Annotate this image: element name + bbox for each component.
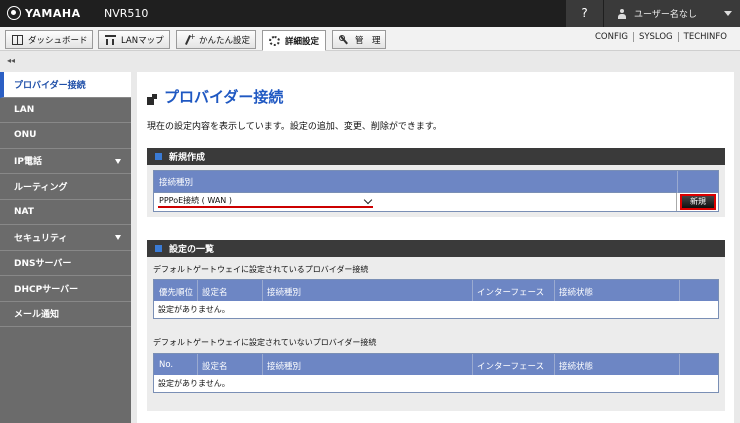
column-header: 接続状態 xyxy=(559,362,594,372)
sidebar-item-provider[interactable]: プロバイダー接続 xyxy=(0,72,131,98)
dashboard-icon xyxy=(12,34,23,45)
sidebar-item-label: プロバイダー接続 xyxy=(14,80,86,91)
new-connection-table: 接続種別 PPPoE接続 ( WAN ) 新規 xyxy=(153,170,719,212)
chevron-down-icon xyxy=(724,11,732,16)
default-gateway-table: 優先順位 設定名 接続種別 インターフェース 接続状態 設定がありません。 xyxy=(153,279,719,319)
sidebar-item-nat[interactable]: NAT xyxy=(0,200,131,225)
column-header: インターフェース xyxy=(477,362,545,372)
tab-management[interactable]: 管 理 xyxy=(332,30,386,49)
tab-label: ダッシュボード xyxy=(28,35,88,46)
tab-easy-setup[interactable]: かんたん設定 xyxy=(176,30,256,49)
sidebar-item-dhcp[interactable]: DHCPサーバー xyxy=(0,276,131,302)
user-menu[interactable]: ユーザー名なし xyxy=(604,0,740,27)
sidebar-item-lan[interactable]: LAN xyxy=(0,98,131,123)
sidebar-item-security[interactable]: セキュリティ xyxy=(0,225,131,251)
section-heading-text: 設定の一覧 xyxy=(169,245,215,255)
main-tab-bar: ダッシュボード LANマップ かんたん設定 詳細設定 管 理 CONFIG SY… xyxy=(0,27,740,51)
table-header: 優先順位 設定名 接続種別 インターフェース 接続状態 xyxy=(154,280,718,301)
new-section-heading: 新規作成 xyxy=(147,148,725,165)
sidebar-item-label: DNSサーバー xyxy=(14,259,72,270)
help-button[interactable]: ? xyxy=(566,0,603,27)
non-default-gateway-caption: デフォルトゲートウェイに設定されていないプロバイダー接続 xyxy=(153,338,377,347)
page-description: 現在の設定内容を表示しています。設定の追加、変更、削除ができます。 xyxy=(147,122,442,132)
connection-type-value: PPPoE接続 ( WAN ) xyxy=(159,196,232,205)
device-model: NVR510 xyxy=(104,7,149,20)
expand-arrow-icon xyxy=(115,158,121,164)
lan-map-icon xyxy=(105,34,116,45)
sidebar-item-dns[interactable]: DNSサーバー xyxy=(0,251,131,276)
sidebar-item-label: ONU xyxy=(14,130,37,141)
techinfo-link[interactable]: TECHINFO xyxy=(677,32,732,42)
page-title: プロバイダー接続 xyxy=(164,88,284,106)
sidebar-item-ip-phone[interactable]: IP電話 xyxy=(0,149,131,174)
section-marker-icon xyxy=(155,245,162,252)
tab-dashboard[interactable]: ダッシュボード xyxy=(5,30,93,49)
tab-lan-map[interactable]: LANマップ xyxy=(98,30,170,49)
table-row: PPPoE接続 ( WAN ) 新規 xyxy=(154,193,718,211)
expand-arrow-icon xyxy=(115,235,121,240)
sidebar-item-label: IP電話 xyxy=(14,157,42,168)
top-bar: YAMAHA NVR510 ? ユーザー名なし xyxy=(0,0,740,27)
tab-label: LANマップ xyxy=(121,35,164,46)
tab-label: かんたん設定 xyxy=(199,35,251,46)
sidebar-item-routing[interactable]: ルーティング xyxy=(0,174,131,200)
column-header: 設定名 xyxy=(202,362,228,372)
sidebar-item-label: メール通知 xyxy=(14,310,60,321)
yamaha-logo: YAMAHA xyxy=(7,5,81,21)
table-header: 接続種別 xyxy=(154,171,718,193)
section-marker-icon xyxy=(155,153,162,160)
main-content: プロバイダー接続 現在の設定内容を表示しています。設定の追加、変更、削除ができま… xyxy=(137,72,734,423)
column-header: インターフェース xyxy=(477,288,545,298)
table-header: No. 設定名 接続種別 インターフェース 接続状態 xyxy=(154,354,718,375)
sidebar: プロバイダー接続 LAN ONU IP電話 ルーティング NAT セキュリティ … xyxy=(0,72,131,423)
sidebar-item-mail[interactable]: メール通知 xyxy=(0,302,131,327)
sidebar-item-label: DHCPサーバー xyxy=(14,284,79,295)
column-header: No. xyxy=(159,360,174,370)
new-button[interactable]: 新規 xyxy=(680,194,716,210)
column-header: 接続状態 xyxy=(559,288,594,298)
empty-message: 設定がありません。 xyxy=(158,305,230,314)
sidebar-item-onu[interactable]: ONU xyxy=(0,123,131,149)
page-title-icon xyxy=(147,93,158,105)
section-heading-text: 新規作成 xyxy=(169,153,206,163)
page-title-row: プロバイダー接続 xyxy=(147,86,283,107)
default-gateway-caption: デフォルトゲートウェイに設定されているプロバイダー接続 xyxy=(153,265,369,274)
sidebar-item-label: LAN xyxy=(14,104,35,115)
gear-icon xyxy=(269,35,280,46)
column-header: 設定名 xyxy=(202,288,228,298)
tab-advanced-settings[interactable]: 詳細設定 xyxy=(262,30,326,51)
easy-setup-icon xyxy=(183,32,196,45)
non-default-gateway-table: No. 設定名 接続種別 インターフェース 接続状態 設定がありません。 xyxy=(153,353,719,393)
connection-type-select[interactable]: PPPoE接続 ( WAN ) xyxy=(158,195,373,208)
sidebar-item-label: セキュリティ xyxy=(14,233,68,244)
column-header: 優先順位 xyxy=(159,288,194,298)
tab-label: 詳細設定 xyxy=(285,36,320,47)
user-name: ユーザー名なし xyxy=(634,10,697,20)
yamaha-logo-icon xyxy=(7,6,21,20)
wrench-icon xyxy=(339,34,350,45)
sidebar-item-label: ルーティング xyxy=(14,182,68,193)
collapse-sidebar-button[interactable]: ◂◂ xyxy=(7,56,15,65)
new-section-body: 接続種別 PPPoE接続 ( WAN ) 新規 xyxy=(147,165,725,217)
column-header: 接続種別 xyxy=(267,362,302,372)
brand-name: YAMAHA xyxy=(25,6,81,20)
user-icon xyxy=(618,8,626,19)
tab-label: 管 理 xyxy=(355,35,381,46)
syslog-link[interactable]: SYSLOG xyxy=(632,32,678,42)
empty-message: 設定がありません。 xyxy=(158,379,230,388)
list-section-heading: 設定の一覧 xyxy=(147,240,725,257)
column-header: 接続種別 xyxy=(159,177,194,188)
config-link[interactable]: CONFIG xyxy=(590,32,633,42)
column-header: 接続種別 xyxy=(267,288,302,298)
chevron-down-icon xyxy=(363,195,373,205)
top-links: CONFIG SYSLOG TECHINFO xyxy=(590,32,732,42)
sidebar-item-label: NAT xyxy=(14,206,34,217)
